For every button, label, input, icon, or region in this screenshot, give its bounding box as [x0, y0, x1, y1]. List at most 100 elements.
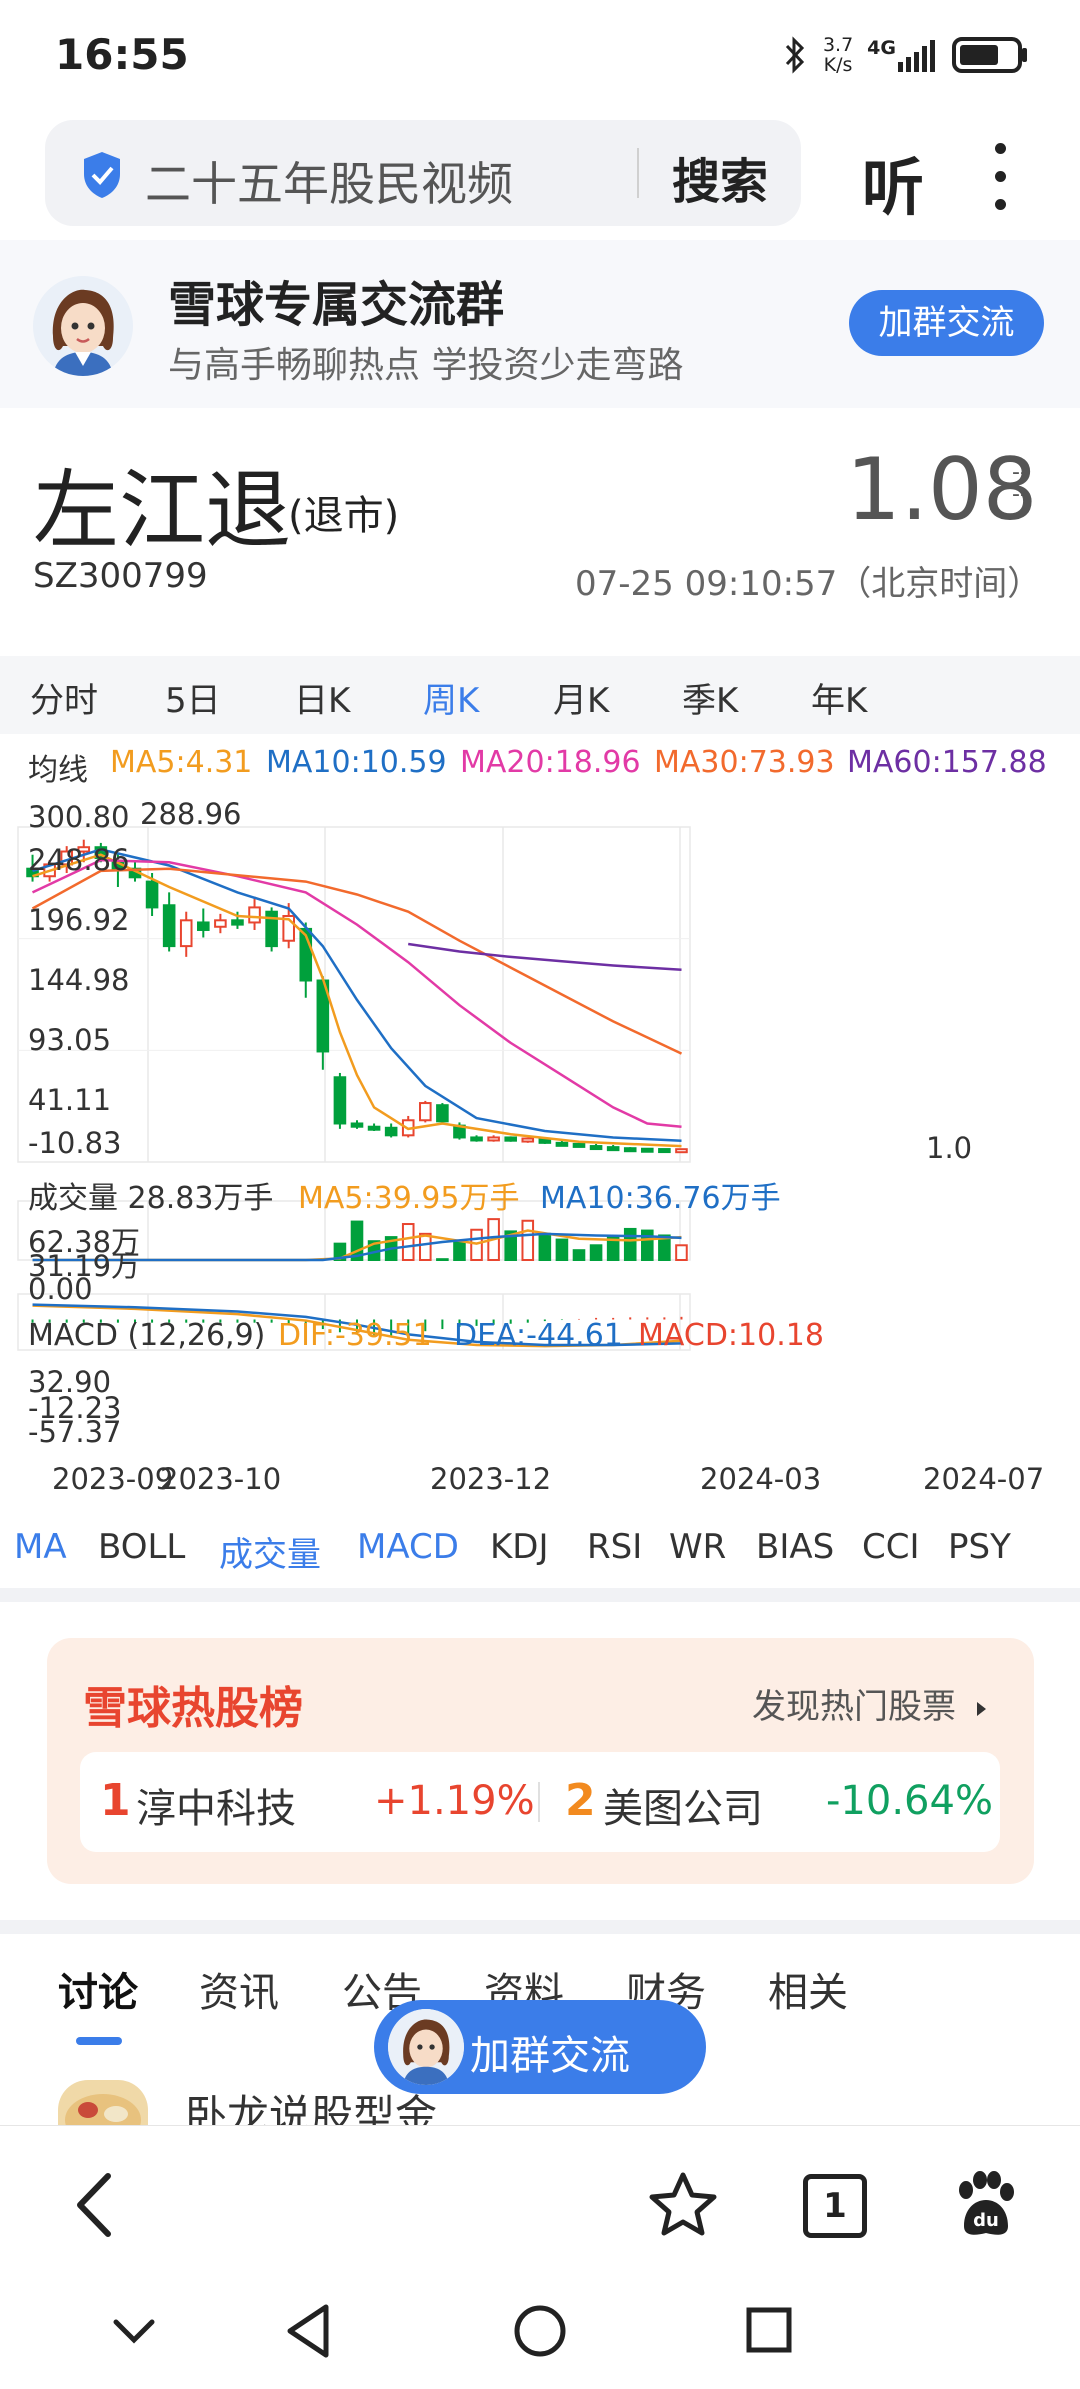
indicator-psy[interactable]: PSY: [948, 1527, 1011, 1567]
search-input[interactable]: 二十五年股民视频: [145, 148, 513, 214]
kline-chart[interactable]: [0, 790, 1080, 1510]
caret-right-icon: [976, 1701, 986, 1716]
net-speed: 3.7 K/s: [823, 35, 853, 75]
tab-related[interactable]: 相关: [768, 1960, 848, 2018]
tab-discussion[interactable]: 讨论: [58, 1960, 138, 2018]
home-circle-icon[interactable]: [513, 2304, 567, 2358]
macd-label: MACD (12,26,9): [28, 1318, 266, 1353]
listen-button[interactable]: 听: [862, 137, 924, 227]
hot-stock-name[interactable]: 美图公司: [603, 1776, 763, 1834]
stock-price: 1.08: [846, 440, 1038, 540]
candle: [606, 1146, 620, 1152]
period-tabs: [0, 656, 1080, 734]
tab-5day[interactable]: 5日: [165, 673, 221, 722]
hot-list-title: 雪球热股榜: [83, 1683, 303, 1734]
tab-count: 1: [823, 2186, 847, 2226]
indicator-cci[interactable]: CCI: [862, 1527, 920, 1567]
volume-bar: [521, 1219, 535, 1261]
candle: [197, 921, 210, 931]
join-group-button[interactable]: 加群交流: [849, 290, 1044, 356]
tab-indicator: [76, 2037, 122, 2045]
tabs-icon[interactable]: 1: [803, 2174, 867, 2238]
x-tick: 2023-09: [52, 1462, 174, 1496]
candle: [367, 1125, 381, 1131]
volume-tick: 0.00: [28, 1272, 93, 1306]
back-triangle-icon[interactable]: [284, 2303, 334, 2359]
candle: [214, 919, 227, 928]
ma20-line: [31, 858, 682, 1128]
chevron-down-icon[interactable]: [112, 2316, 156, 2346]
search-button[interactable]: 搜索: [672, 142, 768, 212]
candle: [623, 1147, 637, 1153]
net-speed-unit: K/s: [823, 54, 853, 76]
shield-icon: [84, 152, 120, 198]
tab-monthly-k[interactable]: 月K: [553, 673, 609, 722]
candle: [436, 1104, 449, 1123]
price-tick: 93.05: [28, 1023, 112, 1057]
candle: [333, 1076, 347, 1125]
status-time: 16:55: [55, 30, 189, 79]
avatar: [388, 2009, 464, 2085]
volume-bar: [555, 1238, 569, 1262]
x-tick: 2023-12: [430, 1462, 552, 1496]
indicator-volume[interactable]: 成交量: [219, 1527, 321, 1576]
tab-intraday[interactable]: 分时: [30, 673, 98, 722]
more-vertical-icon[interactable]: [993, 143, 1009, 227]
macd-dea: DEA:-44.61: [454, 1318, 623, 1353]
volume-bar: [401, 1223, 415, 1261]
tab-quarterly-k[interactable]: 季K: [682, 673, 738, 722]
macd-value: MACD:10.18: [638, 1318, 824, 1353]
x-tick: 2023-10: [160, 1462, 282, 1496]
low-price-label: 1.0: [926, 1131, 973, 1165]
candle: [504, 1136, 517, 1142]
candle: [555, 1141, 569, 1147]
hot-list-more-link[interactable]: 发现热门股票: [752, 1679, 986, 1728]
ma20-value: MA20:18.96: [460, 745, 641, 780]
bottom-nav: 1 du: [0, 2125, 1080, 2389]
tab-yearly-k[interactable]: 年K: [811, 673, 867, 722]
price-tick: 300.80: [28, 800, 130, 834]
indicator-boll[interactable]: BOLL: [98, 1527, 185, 1567]
indicator-rsi[interactable]: RSI: [587, 1527, 642, 1567]
tab-weekly-k[interactable]: 周K: [423, 673, 479, 722]
volume-bar: [419, 1232, 432, 1261]
quote-time: 07-25 09:10:57（北京时间）: [575, 564, 1042, 604]
indicator-bias[interactable]: BIAS: [756, 1527, 834, 1567]
ma60-line: [408, 942, 682, 972]
stock-code: SZ300799: [33, 556, 208, 596]
hot-rank: 1: [100, 1775, 131, 1826]
ma-lines: [31, 848, 683, 1148]
recent-square-icon[interactable]: [745, 2306, 793, 2354]
ma10-line: [32, 848, 682, 1142]
stock-name: 左江退: [33, 461, 291, 561]
macd-tick: -57.37: [28, 1415, 122, 1449]
volume-label: 成交量 28.83万手: [28, 1181, 274, 1216]
hot-rank: 2: [565, 1775, 596, 1826]
indicator-wr[interactable]: WR: [669, 1527, 726, 1567]
x-tick: 2024-03: [700, 1462, 822, 1496]
indicator-kdj[interactable]: KDJ: [490, 1527, 549, 1567]
price-tick: 248.86: [28, 843, 130, 877]
ma10-value: MA10:10.59: [266, 745, 447, 780]
network-label: 4G: [867, 37, 896, 59]
tab-news[interactable]: 资讯: [199, 1960, 279, 2018]
indicator-macd[interactable]: MACD: [357, 1527, 459, 1567]
banner-subtitle: 与高手畅聊热点 学投资少走弯路: [168, 345, 684, 386]
hot-stock-name[interactable]: 淳中科技: [136, 1776, 296, 1834]
signal-icon: [898, 40, 935, 72]
candle: [658, 1148, 671, 1154]
star-icon[interactable]: [648, 2171, 718, 2237]
back-arrow-icon[interactable]: [70, 2170, 120, 2240]
candle: [179, 919, 193, 948]
price-tick: -10.83: [28, 1126, 122, 1160]
indicator-ma[interactable]: MA: [14, 1527, 67, 1567]
status-icons: 3.7 K/s 4G: [781, 30, 1030, 80]
candle: [470, 1136, 483, 1142]
tab-daily-k[interactable]: 日K: [294, 673, 350, 722]
bluetooth-icon: [785, 36, 805, 74]
ma30-value: MA30:73.93: [654, 745, 835, 780]
candle: [487, 1136, 500, 1142]
paw-icon[interactable]: du: [950, 2170, 1020, 2240]
volume-ma10: MA10:36.76万手: [540, 1181, 781, 1216]
price-change-pct: --: [1012, 482, 1028, 507]
